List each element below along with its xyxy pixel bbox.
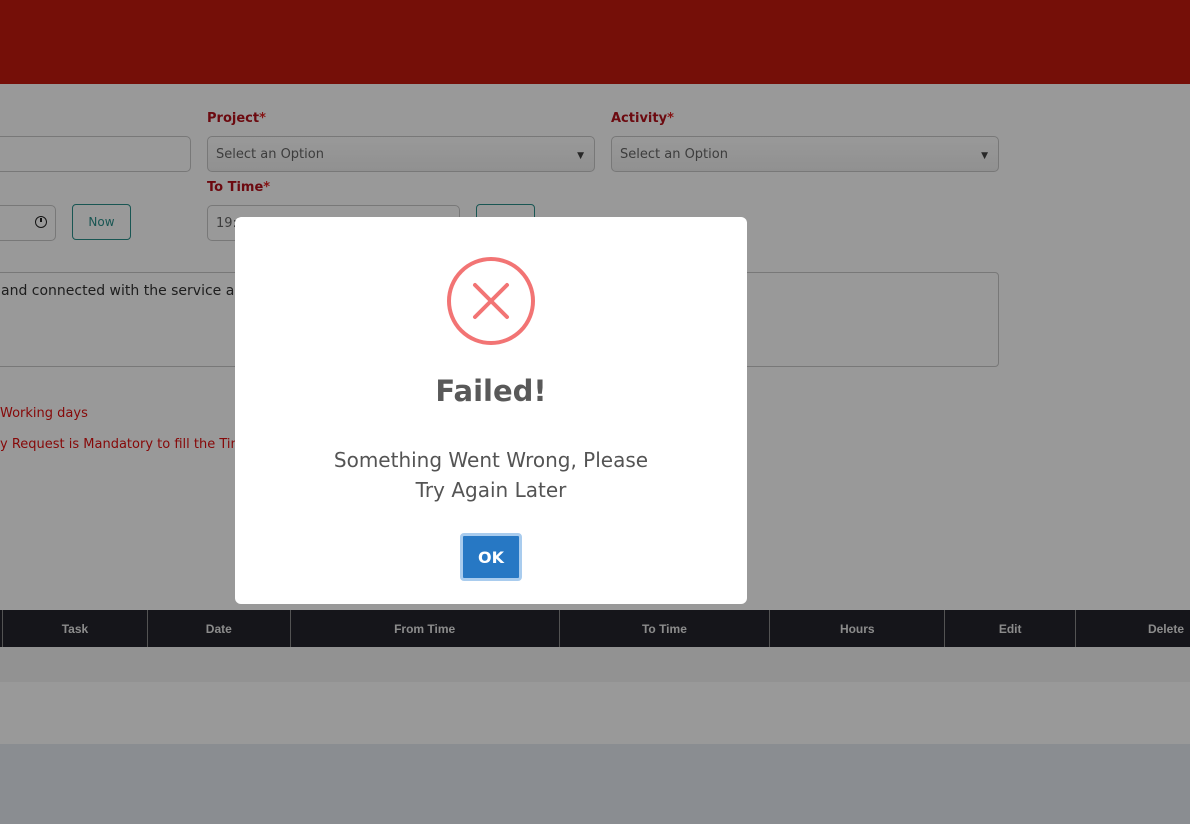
dialog-message-line-2: Try Again Later (415, 478, 567, 502)
ok-button[interactable]: OK (460, 533, 522, 581)
ok-button-label: OK (478, 547, 504, 567)
dialog-message: Something Went Wrong, Please Try Again L… (235, 445, 747, 505)
error-x-icon (447, 257, 535, 345)
dialog-message-line-1: Something Went Wrong, Please (333, 448, 649, 472)
dialog-title: Failed! (435, 374, 547, 408)
error-dialog: Failed! Something Went Wrong, Please Try… (235, 217, 747, 604)
